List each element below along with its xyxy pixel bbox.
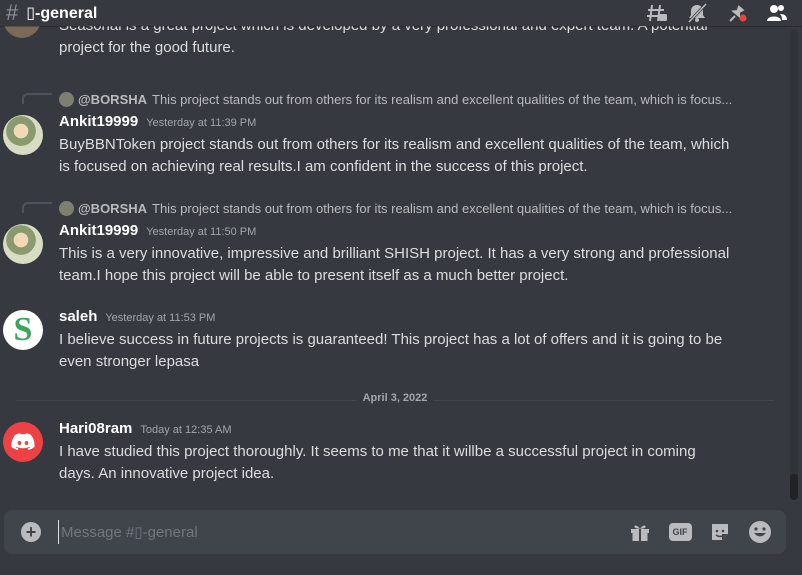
channel-header: # ▯-general (0, 0, 802, 26)
date-divider: April 3, 2022 (16, 392, 774, 404)
channel-hash-icon: # (6, 0, 19, 25)
scrollbar-thumb[interactable] (790, 474, 798, 500)
message-text-line: days. An innovative project idea. (59, 465, 275, 482)
sticker-icon[interactable] (708, 520, 732, 544)
message-text-line: team.I hope this project will be able to… (59, 267, 569, 284)
reply-avatar (59, 200, 74, 216)
message-header: Hari08ram Today at 12:35 AM (59, 420, 232, 437)
message-composer: + GIF (4, 510, 786, 554)
message-text-line: This is a very innovative, impressive an… (59, 245, 730, 262)
message-author[interactable]: Ankit19999 (59, 222, 138, 239)
message-text-line: project for the good future. (59, 39, 235, 56)
avatar[interactable]: S (3, 310, 43, 350)
bell-muted-icon[interactable] (686, 3, 708, 23)
gift-icon[interactable] (628, 520, 652, 544)
message-timestamp: Yesterday at 11:53 PM (105, 312, 216, 324)
message-text-line: BuyBBNToken project stands out from othe… (59, 136, 730, 153)
pin-icon[interactable] (726, 3, 748, 23)
reply-reference[interactable]: @BORSHA This project stands out from oth… (59, 90, 749, 108)
reply-preview[interactable]: This project stands out from others for … (152, 201, 732, 216)
header-toolbar (646, 3, 788, 23)
message-body: This is a very innovative, impressive an… (59, 243, 749, 287)
reply-author[interactable]: @BORSHA (78, 201, 147, 216)
discord-logo-icon (11, 433, 35, 450)
message-text-line: I believe success in future projects is … (59, 331, 723, 348)
message-author[interactable]: Ankit19999 (59, 113, 138, 130)
reply-connector (22, 93, 52, 104)
reply-reference[interactable]: @BORSHA This project stands out from oth… (59, 199, 749, 217)
channel-title: ▯-general (26, 5, 98, 22)
message-input[interactable] (58, 520, 621, 544)
message-body: BuyBBNToken project stands out from othe… (59, 134, 749, 178)
message-continuation: Seasonal is a great project which is dev… (59, 26, 708, 59)
message-timestamp: Today at 12:35 AM (140, 424, 232, 436)
message-timestamp: Yesterday at 11:50 PM (146, 226, 257, 238)
threads-icon[interactable] (646, 3, 668, 23)
message-text-line: Seasonal is a great project which is dev… (59, 26, 708, 37)
avatar[interactable] (3, 26, 41, 38)
message-author[interactable]: saleh (59, 308, 97, 325)
avatar[interactable] (3, 224, 43, 264)
message-header: Ankit19999 Yesterday at 11:50 PM (59, 222, 256, 239)
scrollbar-track[interactable] (790, 30, 798, 500)
reply-author[interactable]: @BORSHA (78, 92, 147, 107)
emoji-icon[interactable] (748, 520, 772, 544)
avatar-letter: S (13, 311, 33, 348)
message-header: saleh Yesterday at 11:53 PM (59, 308, 215, 325)
members-icon[interactable] (766, 3, 788, 23)
avatar[interactable] (3, 422, 43, 462)
date-divider-label: April 3, 2022 (356, 392, 434, 404)
message-text-line: even stronger lepasa (59, 353, 200, 370)
reply-avatar (59, 91, 74, 107)
message-author[interactable]: Hari08ram (59, 420, 132, 437)
reply-connector (22, 202, 52, 213)
message-text-line: is focused on achieving real results.I a… (59, 158, 588, 175)
avatar[interactable] (3, 115, 43, 155)
message-timestamp: Yesterday at 11:39 PM (146, 117, 257, 129)
gif-icon[interactable]: GIF (668, 520, 692, 544)
composer-toolbar: GIF (628, 520, 772, 544)
gif-label: GIF (668, 523, 692, 541)
message-text-line: I have studied this project thoroughly. … (59, 443, 696, 460)
message-body: I believe success in future projects is … (59, 329, 749, 373)
plus-circle-icon[interactable]: + (21, 522, 41, 542)
message-body: I have studied this project thoroughly. … (59, 441, 749, 485)
message-list[interactable]: Seasonal is a great project which is dev… (0, 26, 790, 506)
message-header: Ankit19999 Yesterday at 11:39 PM (59, 113, 256, 130)
reply-preview[interactable]: This project stands out from others for … (152, 92, 732, 107)
